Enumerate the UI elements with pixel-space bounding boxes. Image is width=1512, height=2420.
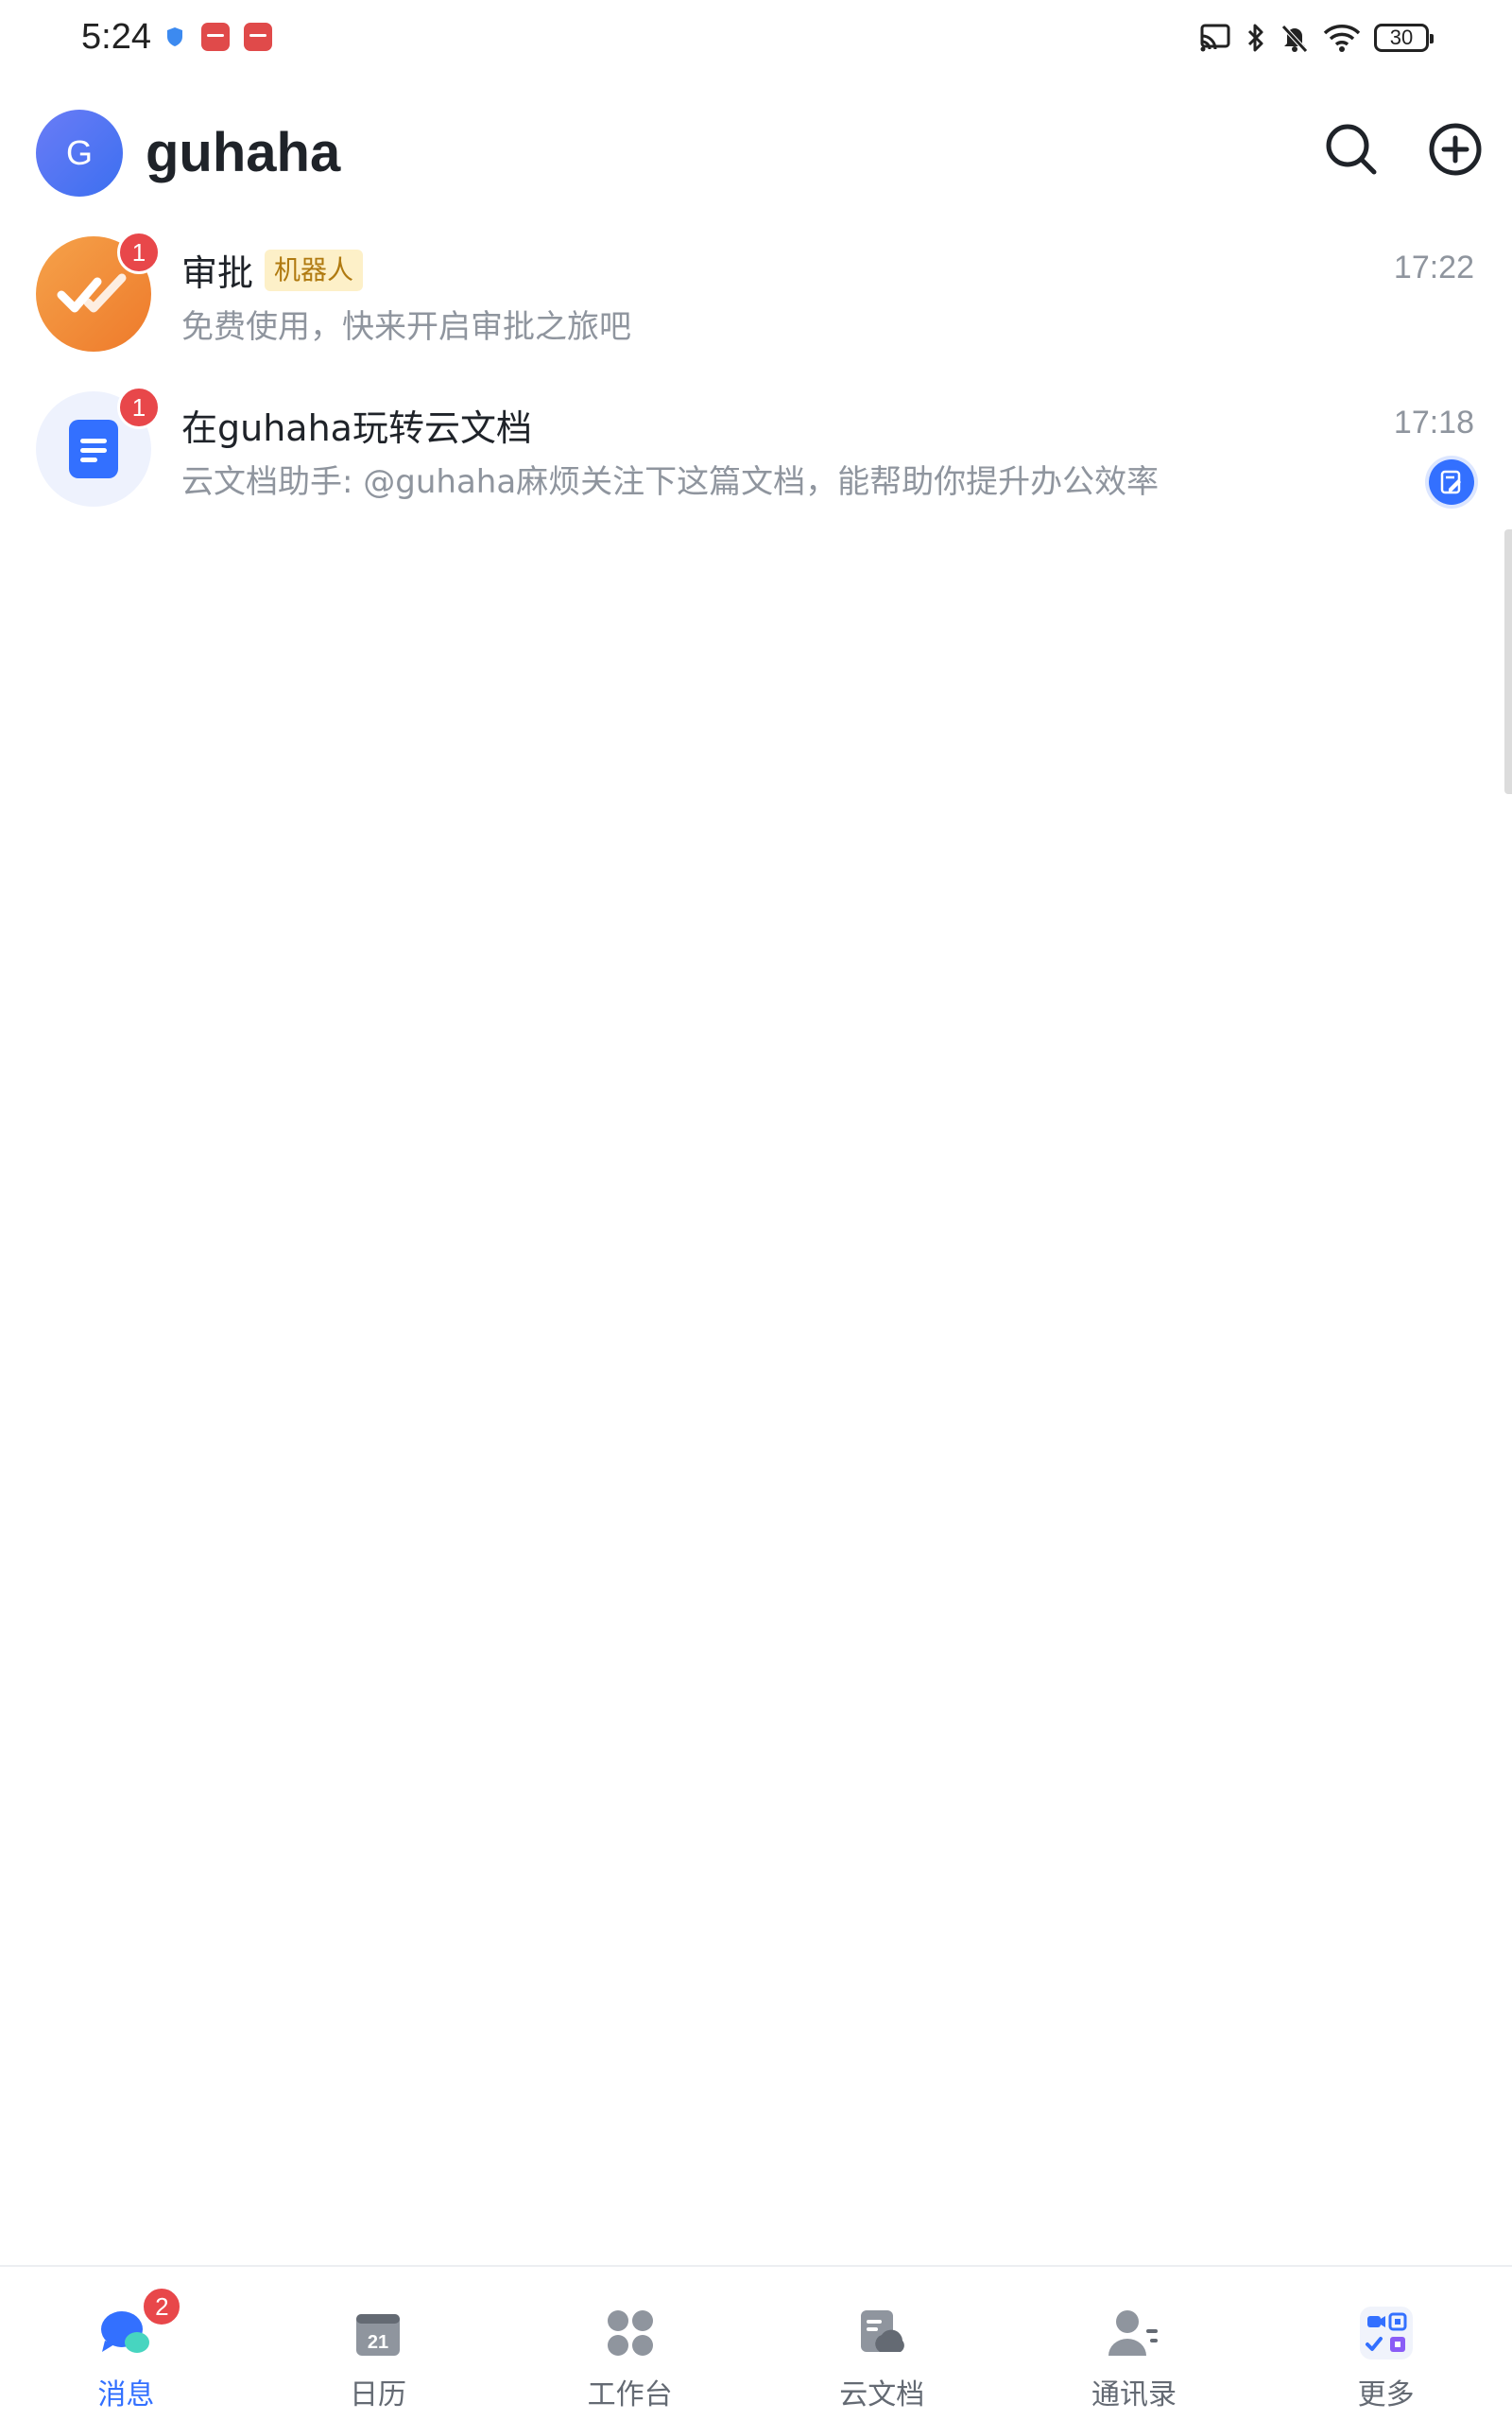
chat-title: 在guhaha玩转云文档 [181,407,532,449]
nav-calendar[interactable]: 21 日历 [284,2267,472,2420]
unread-badge: 1 [117,231,161,274]
nav-cloud-docs[interactable]: 云文档 [787,2267,976,2420]
contacts-icon [1106,2305,1162,2361]
app-notification-icon [244,23,272,51]
chat-title: 审批 [181,252,254,294]
more-apps-icon [1358,2305,1415,2361]
avatar-letter: G [65,133,93,172]
username-title: guhaha [146,122,341,183]
document-icon [69,420,118,478]
search-button[interactable] [1317,115,1385,183]
cloud-doc-icon [853,2305,910,2361]
plus-circle-icon [1429,123,1482,176]
nav-label: 云文档 [839,2378,925,2411]
nav-label: 工作台 [587,2378,673,2411]
mute-bell-icon [1281,25,1308,53]
bot-tag: 机器人 [265,249,364,291]
nav-more[interactable]: 更多 [1292,2267,1481,2420]
status-icons: 30 [1198,19,1434,57]
shield-icon [167,27,182,46]
unread-badge: 1 [117,386,161,429]
cast-icon [1200,24,1230,52]
double-check-icon [57,273,127,313]
chat-preview: 免费使用，快来开启审批之旅吧 [181,308,631,346]
wifi-icon [1323,25,1361,52]
nav-contacts[interactable]: 通讯录 [1040,2267,1228,2420]
chat-item-approval[interactable]: 1 审批 机器人 免费使用，快来开启审批之旅吧 17:22 [0,217,1512,372]
search-icon [1326,124,1377,175]
app-header: G guhaha [0,104,1512,199]
nav-messages[interactable]: 2 消息 [31,2267,220,2420]
nav-workspace[interactable]: 工作台 [536,2267,725,2420]
chat-time: 17:18 [1393,405,1474,441]
status-bar: 5:24 30 [0,0,1512,76]
battery-indicator: 30 [1374,24,1434,52]
nav-label: 日历 [349,2378,406,2411]
nav-label: 通讯录 [1091,2378,1177,2411]
status-time: 5:24 [81,17,151,57]
battery-level: 30 [1389,26,1414,49]
bluetooth-icon [1247,24,1263,52]
add-button[interactable] [1421,115,1489,183]
bottom-nav: 2 消息 21 日历 工作台 云文档 通讯录 更多 [0,2265,1512,2420]
nav-label: 消息 [97,2378,155,2411]
chat-title-row: 在guhaha玩转云文档 [181,399,532,451]
chat-time: 17:22 [1393,250,1474,285]
scrollbar[interactable] [1504,529,1512,794]
calendar-icon: 21 [350,2305,406,2361]
calendar-day: 21 [368,2332,388,2353]
chat-title-row: 审批 机器人 [181,244,364,296]
chat-preview: 云文档助手: @guhaha麻烦关注下这篇文档，能帮助你提升办公效率 [181,463,1160,501]
user-avatar[interactable]: G [36,110,123,197]
nav-label: 更多 [1357,2378,1415,2411]
chat-item-cloud-docs[interactable]: 1 在guhaha玩转云文档 云文档助手: @guhaha麻烦关注下这篇文档，能… [0,372,1512,527]
nav-unread-badge: 2 [141,2286,183,2327]
app-notification-icon [201,23,230,51]
apps-grid-icon [602,2305,659,2361]
chat-list: 1 审批 机器人 免费使用，快来开启审批之旅吧 17:22 1 在guhaha玩… [0,217,1512,527]
doc-edit-icon [1429,459,1474,505]
